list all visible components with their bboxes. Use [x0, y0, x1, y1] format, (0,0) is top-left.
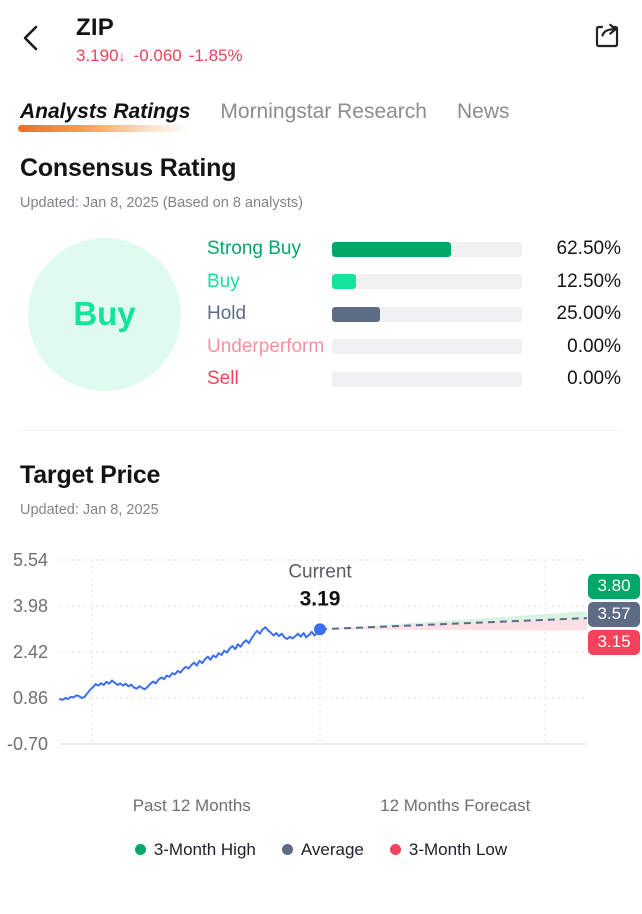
rating-percent: 12.50%: [556, 270, 621, 292]
rating-bar-fill: [332, 241, 451, 257]
consensus-body: Buy Strong Buy 62.50% Buy 12.50% Hold 25…: [20, 233, 622, 396]
rating-percent: 62.50%: [556, 238, 621, 260]
svg-text:3.98: 3.98: [13, 596, 48, 616]
tab-bar: Analysts Ratings Morningstar Research Ne…: [0, 84, 642, 132]
chevron-left-icon: [23, 25, 38, 51]
legend-label-average: Average: [300, 839, 364, 859]
rating-row-underperform: Underperform 0.00%: [207, 331, 622, 364]
x-label-forecast: 12 Months Forecast: [380, 795, 531, 815]
page-title: ZIP: [76, 14, 114, 41]
x-label-past: Past 12 Months: [132, 795, 251, 815]
consensus-title: Consensus Rating: [20, 154, 237, 182]
rating-bar-fill: [332, 274, 356, 290]
chart-legend: 3-Month High Average 3-Month Low: [0, 840, 642, 860]
svg-text:3.19: 3.19: [300, 587, 341, 610]
rating-label: Underperform: [207, 335, 325, 357]
svg-text:5.54: 5.54: [13, 550, 48, 570]
rating-row-sell: Sell 0.00%: [207, 363, 622, 396]
target-price-title: Target Price: [20, 460, 161, 489]
rating-bar-track: [332, 339, 522, 355]
consensus-badge: Buy: [28, 237, 181, 391]
target-price-chart: 5.54 3.98 2.42 0.86 -0.70 Current 3.19 3.80 3.…: [0, 544, 642, 794]
quote-price: 3.190: [76, 46, 119, 65]
average-badge: 3.57: [588, 601, 640, 627]
target-price-section: Target Price Updated: Jan 8, 2025: [0, 461, 642, 518]
rating-percent: 0.00%: [567, 335, 621, 357]
down-arrow-icon: ↓: [118, 48, 126, 64]
rating-percent: 25.00%: [556, 303, 621, 325]
rating-label: Buy: [207, 270, 240, 292]
consensus-updated: Updated: Jan 8, 2025 (Based on 8 analyst…: [20, 195, 303, 211]
legend-item-low: 3-Month Low: [389, 839, 508, 860]
quote-change: -0.060: [133, 46, 182, 65]
legend-item-average: Average: [281, 839, 364, 860]
svg-text:Current: Current: [288, 561, 352, 582]
quote-line: 3.190 ↓ -0.060 -1.85%: [76, 45, 622, 67]
svg-text:2.42: 2.42: [13, 642, 48, 662]
rating-row-hold: Hold 25.00%: [207, 298, 622, 331]
share-icon: [595, 23, 619, 48]
back-button[interactable]: [14, 18, 48, 58]
rating-bar-fill: [332, 306, 380, 322]
rating-row-buy: Buy 12.50%: [207, 266, 622, 299]
consensus-badge-label: Buy: [73, 295, 136, 333]
low-badge: 3.15: [588, 629, 640, 655]
target-price-chart-svg: 5.54 3.98 2.42 0.86 -0.70 Current 3.19: [7, 550, 588, 754]
quote-change-percent: -1.85%: [188, 46, 243, 65]
legend-dot-average: [281, 844, 293, 855]
rating-bar-track: [332, 371, 522, 387]
svg-text:-0.70: -0.70: [7, 734, 48, 754]
symbol-block: ZIP 3.190 ↓ -0.060 -1.85%: [76, 12, 622, 67]
rating-distribution: Strong Buy 62.50% Buy 12.50% Hold 25.00%: [207, 233, 622, 396]
svg-text:0.86: 0.86: [13, 688, 48, 708]
rating-label: Strong Buy: [207, 238, 301, 260]
legend-dot-low: [389, 844, 401, 855]
target-price-updated: Updated: Jan 8, 2025: [20, 501, 159, 518]
legend-label-high: 3-Month High: [153, 839, 256, 859]
share-button[interactable]: [588, 18, 624, 54]
tab-news[interactable]: News: [457, 100, 510, 132]
rating-row-strong-buy: Strong Buy 62.50%: [207, 233, 622, 266]
legend-item-high: 3-Month High: [134, 839, 256, 860]
legend-dot-high: [134, 844, 146, 855]
forecast-badges: 3.80 3.57 3.15: [588, 573, 640, 655]
section-divider: [20, 429, 622, 431]
page-header: ZIP 3.190 ↓ -0.060 -1.85%: [0, 0, 642, 84]
tab-analysts-ratings[interactable]: Analysts Ratings: [17, 100, 193, 132]
chart-x-axis-labels: Past 12 Months 12 Months Forecast: [0, 796, 642, 816]
high-badge: 3.80: [588, 573, 640, 599]
rating-bar-track: [332, 274, 522, 290]
legend-label-low: 3-Month Low: [408, 839, 508, 859]
consensus-rating-section: Consensus Rating Updated: Jan 8, 2025 (B…: [0, 154, 642, 431]
rating-label: Hold: [207, 303, 247, 325]
rating-bar-track: [332, 306, 522, 322]
rating-percent: 0.00%: [567, 368, 621, 390]
rating-bar-track: [332, 241, 522, 257]
tab-morningstar-research[interactable]: Morningstar Research: [220, 100, 427, 132]
rating-label: Sell: [207, 368, 239, 390]
